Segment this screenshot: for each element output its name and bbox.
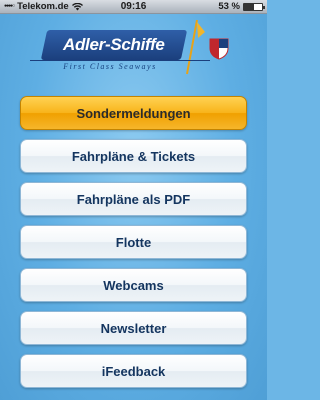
- menu-button-fahrplaene-pdf[interactable]: Fahrpläne als PDF: [20, 182, 247, 216]
- battery-fill: [243, 3, 254, 10]
- status-bar-right: 53 %: [177, 1, 265, 12]
- battery-icon: [242, 2, 265, 11]
- status-bar-left: ●●●●○ Telekom.de: [4, 1, 90, 12]
- menu-button-flotte[interactable]: Flotte: [20, 225, 247, 259]
- main-menu: Sondermeldungen Fahrpläne & Tickets Fahr…: [20, 96, 247, 397]
- carrier-name: Telekom.de: [17, 1, 69, 12]
- menu-button-fahrplaene-tickets[interactable]: Fahrpläne & Tickets: [20, 139, 247, 173]
- menu-button-sondermeldungen[interactable]: Sondermeldungen: [20, 96, 247, 130]
- wifi-icon: [71, 2, 83, 10]
- logo-underline: [30, 60, 210, 61]
- header-logo: Adler-Schiffe First Class Seaways: [0, 14, 267, 84]
- battery-percent: 53 %: [218, 1, 240, 12]
- menu-button-webcams[interactable]: Webcams: [20, 268, 247, 302]
- logo-tagline: First Class Seaways: [63, 62, 157, 71]
- crest-icon: [209, 38, 229, 60]
- clock: 09:16: [120, 1, 147, 12]
- logo-text: Adler-Schiffe: [63, 35, 165, 54]
- logo-bar: Adler-Schiffe: [40, 30, 188, 60]
- main-content: Adler-Schiffe First Class Seaways Sonder…: [0, 14, 267, 400]
- menu-button-newsletter[interactable]: Newsletter: [20, 311, 247, 345]
- status-bar: ●●●●○ Telekom.de 09:16 53 %: [0, 0, 267, 14]
- menu-button-ifeedback[interactable]: iFeedback: [20, 354, 247, 388]
- signal-strength-icon: ●●●●○: [4, 3, 15, 9]
